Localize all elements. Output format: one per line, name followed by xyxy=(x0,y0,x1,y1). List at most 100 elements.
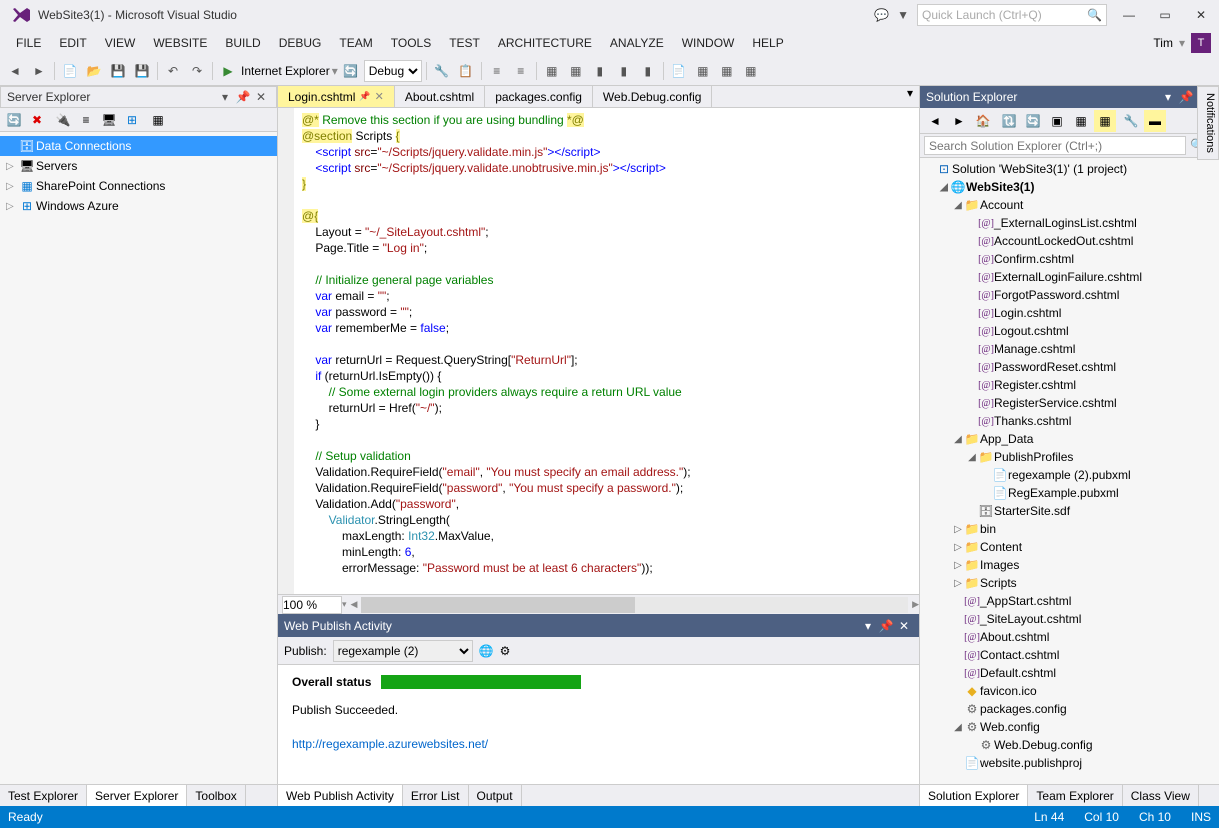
tab-toolbox[interactable]: Toolbox xyxy=(187,785,245,806)
file-packages[interactable]: ⚙packages.config xyxy=(920,700,1219,718)
filter-icon[interactable]: ▼ xyxy=(897,8,909,22)
close-button[interactable]: ✕ xyxy=(1187,4,1215,26)
file-item[interactable]: [@]Logout.cshtml xyxy=(920,322,1219,340)
menu-view[interactable]: VIEW xyxy=(97,33,144,53)
tree-data-connections[interactable]: 🗄 Data Connections xyxy=(0,136,277,156)
tab-about[interactable]: About.cshtml xyxy=(395,86,485,107)
menu-website[interactable]: WEBSITE xyxy=(145,33,215,53)
azure-icon[interactable]: ⊞ xyxy=(122,110,142,130)
config-select[interactable]: Debug xyxy=(364,60,422,82)
tb-icon[interactable]: 📄 xyxy=(668,60,690,82)
close-icon[interactable]: ✕ xyxy=(895,617,913,635)
menu-window[interactable]: WINDOW xyxy=(674,33,743,53)
pin-icon[interactable]: 📌 xyxy=(1177,88,1195,106)
file-item[interactable]: 🗄StarterSite.sdf xyxy=(920,502,1219,520)
properties-icon[interactable]: 🔧 xyxy=(1120,110,1142,132)
folder-item[interactable]: ▷📁bin xyxy=(920,520,1219,538)
publish-profile-select[interactable]: regexample (2) xyxy=(333,640,473,662)
file-item[interactable]: [@]AccountLockedOut.cshtml xyxy=(920,232,1219,250)
file-item[interactable]: [@]Login.cshtml xyxy=(920,304,1219,322)
folder-publishprofiles[interactable]: ◢📁PublishProfiles xyxy=(920,448,1219,466)
file-webconfig[interactable]: ◢⚙Web.config xyxy=(920,718,1219,736)
collapse-icon[interactable]: ▣ xyxy=(1046,110,1068,132)
file-item[interactable]: [@]PasswordReset.cshtml xyxy=(920,358,1219,376)
tb-icon[interactable]: ▮ xyxy=(613,60,635,82)
close-icon[interactable]: ✕ xyxy=(252,88,270,106)
file-item[interactable]: [@]_AppStart.cshtml xyxy=(920,592,1219,610)
tb-icon[interactable]: ≡ xyxy=(486,60,508,82)
file-item[interactable]: [@]ForgotPassword.cshtml xyxy=(920,286,1219,304)
tree-servers[interactable]: ▷🖥 Servers xyxy=(0,156,277,176)
tb-icon[interactable]: 📋 xyxy=(455,60,477,82)
server-icon[interactable]: 🖥 xyxy=(99,110,119,130)
dropdown-icon[interactable]: ▾ xyxy=(216,88,234,106)
tree-azure[interactable]: ▷⊞ Windows Azure xyxy=(0,196,277,216)
show-all-icon[interactable]: ▦ xyxy=(1070,110,1092,132)
menu-help[interactable]: HELP xyxy=(744,33,791,53)
folder-item[interactable]: ▷📁Content xyxy=(920,538,1219,556)
horizontal-scrollbar[interactable] xyxy=(361,597,908,613)
solution-search-input[interactable] xyxy=(924,136,1186,155)
file-item[interactable]: 📄RegExample.pubxml xyxy=(920,484,1219,502)
new-project-button[interactable]: 📄 xyxy=(59,60,81,82)
tab-webdebug[interactable]: Web.Debug.config xyxy=(593,86,713,107)
tree-sharepoint[interactable]: ▷▦ SharePoint Connections xyxy=(0,176,277,196)
feedback-icon[interactable]: 💬 xyxy=(874,8,889,22)
nav-forward-button[interactable]: ► xyxy=(28,60,50,82)
menu-edit[interactable]: EDIT xyxy=(51,33,94,53)
tb-icon[interactable]: ▮ xyxy=(589,60,611,82)
project-node[interactable]: ◢🌐WebSite3(1) xyxy=(920,178,1219,196)
file-publishproj[interactable]: 📄website.publishproj xyxy=(920,754,1219,772)
menu-team[interactable]: TEAM xyxy=(331,33,380,53)
tab-packages[interactable]: packages.config xyxy=(485,86,593,107)
file-favicon[interactable]: ◆favicon.ico xyxy=(920,682,1219,700)
folder-item[interactable]: ▷📁Images xyxy=(920,556,1219,574)
undo-button[interactable]: ↶ xyxy=(162,60,184,82)
file-item[interactable]: [@]ExternalLoginFailure.cshtml xyxy=(920,268,1219,286)
home-icon[interactable]: 🏠 xyxy=(972,110,994,132)
zoom-input[interactable] xyxy=(282,596,342,614)
nav-back-button[interactable]: ◄ xyxy=(4,60,26,82)
tab-class-view[interactable]: Class View xyxy=(1123,785,1199,806)
dropdown-icon[interactable]: ▾ xyxy=(1159,88,1177,106)
tb-icon[interactable]: ▦ xyxy=(692,60,714,82)
tab-login[interactable]: Login.cshtml📌✕ xyxy=(278,86,395,107)
folder-item[interactable]: ▷📁Scripts xyxy=(920,574,1219,592)
menu-test[interactable]: TEST xyxy=(441,33,488,53)
tb-icon[interactable]: ▦ xyxy=(716,60,738,82)
file-item[interactable]: [@]Register.cshtml xyxy=(920,376,1219,394)
publish-settings-icon[interactable]: ⚙ xyxy=(500,644,511,658)
pin-icon[interactable]: 📌 xyxy=(359,91,370,102)
tb-icon[interactable]: ▦ xyxy=(740,60,762,82)
file-item[interactable]: [@]Confirm.cshtml xyxy=(920,250,1219,268)
tab-solution-explorer[interactable]: Solution Explorer xyxy=(920,785,1028,806)
tb-icon[interactable]: ≡ xyxy=(510,60,532,82)
db-icon[interactable]: ≡ xyxy=(76,110,96,130)
menu-analyze[interactable]: ANALYZE xyxy=(602,33,672,53)
file-item[interactable]: [@]Thanks.cshtml xyxy=(920,412,1219,430)
maximize-button[interactable]: ▭ xyxy=(1151,4,1179,26)
menu-architecture[interactable]: ARCHITECTURE xyxy=(490,33,600,53)
publish-web-icon[interactable]: 🌐 xyxy=(479,644,494,658)
tab-server-explorer[interactable]: Server Explorer xyxy=(87,785,187,806)
stop-icon[interactable]: ✖ xyxy=(27,110,47,130)
file-item[interactable]: [@]Default.cshtml xyxy=(920,664,1219,682)
folder-account[interactable]: ◢📁Account xyxy=(920,196,1219,214)
pin-icon[interactable]: 📌 xyxy=(877,617,895,635)
tb-icon[interactable]: ▦ xyxy=(541,60,563,82)
minimize-button[interactable]: — xyxy=(1115,4,1143,26)
notifications-tab[interactable]: Notifications xyxy=(1197,86,1219,160)
pin-icon[interactable]: 📌 xyxy=(234,88,252,106)
tb-icon[interactable]: ▦ xyxy=(565,60,587,82)
tb-icon[interactable]: ▮ xyxy=(637,60,659,82)
file-item[interactable]: [@]Contact.cshtml xyxy=(920,646,1219,664)
user-name[interactable]: Tim xyxy=(1153,36,1173,50)
file-item[interactable]: [@]_SiteLayout.cshtml xyxy=(920,610,1219,628)
forward-icon[interactable]: ► xyxy=(948,110,970,132)
file-item[interactable]: [@]Manage.cshtml xyxy=(920,340,1219,358)
connect-icon[interactable]: 🔌 xyxy=(53,110,73,130)
tab-publish-activity[interactable]: Web Publish Activity xyxy=(278,785,403,806)
menu-debug[interactable]: DEBUG xyxy=(271,33,330,53)
file-item[interactable]: [@]About.cshtml xyxy=(920,628,1219,646)
tab-output[interactable]: Output xyxy=(469,785,522,806)
